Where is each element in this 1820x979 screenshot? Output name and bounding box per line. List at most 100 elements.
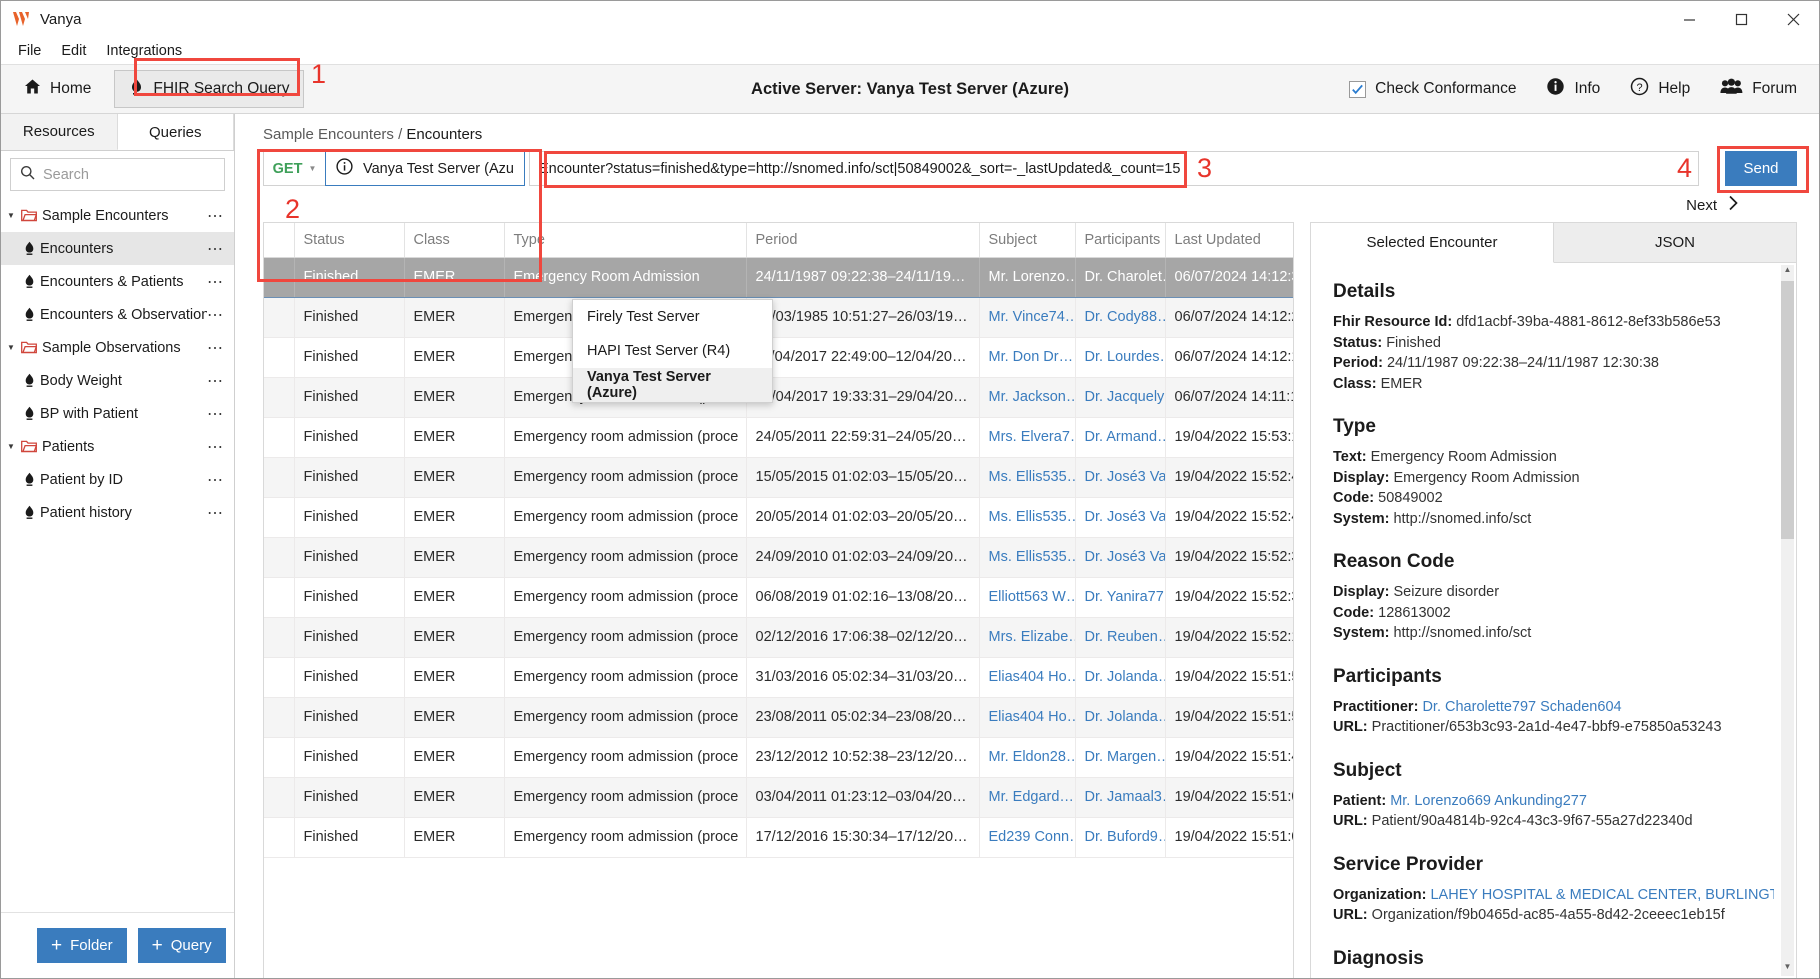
cell-subject[interactable]: Mrs. Elvera7… (979, 417, 1076, 458)
row-selector-cell[interactable] (264, 497, 295, 538)
participant-link[interactable]: Dr. José3 Va… (1085, 549, 1165, 565)
row-selector-cell[interactable] (264, 257, 295, 298)
sidebar-item-patient-history[interactable]: Patient history ⋯ (1, 496, 234, 529)
table-row[interactable]: Finished EMER Emergency Room Admission 2… (264, 257, 1293, 298)
row-selector-cell[interactable] (264, 377, 295, 418)
menu-integrations[interactable]: Integrations (97, 40, 191, 62)
cell-subject[interactable]: Ms. Ellis535… (979, 497, 1076, 538)
sidebar-item-patient-by-id[interactable]: Patient by ID ⋯ (1, 463, 234, 496)
table-row[interactable]: Finished EMER Emergency room admission (… (264, 697, 1293, 738)
breadcrumb-parent[interactable]: Sample Encounters (263, 126, 394, 143)
subject-link[interactable]: Ed239 Conn… (989, 829, 1075, 845)
cell-participants[interactable]: Dr. Cody88… (1075, 297, 1166, 338)
table-row[interactable]: Finished EMER Emergency room admission (… (264, 617, 1293, 658)
cell-participants[interactable]: Dr. José3 Va… (1075, 497, 1166, 538)
subject-link[interactable]: Mr. Edgard… (989, 789, 1074, 805)
tree-folder-sample-encounters[interactable]: ▼ Sample Encounters ⋯ (1, 199, 234, 232)
column-header-period[interactable]: Period (746, 223, 980, 258)
row-selector-cell[interactable] (264, 697, 295, 738)
check-conformance-toggle[interactable]: Check Conformance (1349, 80, 1516, 98)
dropdown-item-firely-test-server[interactable]: Firely Test Server (573, 300, 772, 334)
detail-scrollbar[interactable]: ▲ ▼ (1781, 265, 1794, 976)
row-selector-cell[interactable] (264, 537, 295, 578)
practitioner-link[interactable]: Dr. Charolette797 Schaden604 (1422, 699, 1621, 715)
cell-participants[interactable]: Dr. Armand… (1075, 417, 1166, 458)
results-table-container[interactable]: Status Class Type Period Subject Partici… (263, 222, 1294, 978)
dropdown-item-vanya-test-server[interactable]: Vanya Test Server (Azure) (573, 368, 772, 402)
ribbon-home-button[interactable]: Home (9, 70, 106, 108)
chevron-down-icon[interactable]: ▼ (1, 442, 21, 451)
chevron-down-icon[interactable]: ▼ (308, 164, 316, 173)
cell-participants[interactable]: Dr. Charolet… (1075, 257, 1166, 298)
row-selector-cell[interactable] (264, 657, 295, 698)
participant-link[interactable]: Dr. Jolanda… (1085, 669, 1165, 685)
row-selector-cell[interactable] (264, 617, 295, 658)
query-url-input[interactable]: Encounter?status=finished&type=http://sn… (529, 151, 1699, 186)
menu-edit[interactable]: Edit (52, 40, 95, 62)
participant-link[interactable]: Dr. Buford9… (1085, 829, 1165, 845)
subject-link[interactable]: Mr. Eldon28… (989, 749, 1075, 765)
sidebar-item-encounters-patients[interactable]: Encounters & Patients ⋯ (1, 265, 234, 298)
table-row[interactable]: Finished EMER Emergency room admission (… (264, 577, 1293, 618)
column-header-last-updated[interactable]: Last Updated (1165, 223, 1293, 258)
cell-participants[interactable]: Dr. Margen… (1075, 737, 1166, 778)
tab-resources[interactable]: Resources (1, 114, 118, 150)
scroll-up-arrow-icon[interactable]: ▲ (1781, 265, 1794, 279)
subject-link[interactable]: Ms. Ellis535… (989, 509, 1075, 525)
column-header-type[interactable]: Type (504, 223, 747, 258)
column-header-subject[interactable]: Subject (979, 223, 1076, 258)
cell-subject[interactable]: Elliott563 W… (979, 577, 1076, 618)
cell-subject[interactable]: Mrs. Elizabe… (979, 617, 1076, 658)
cell-subject[interactable]: Ms. Ellis535… (979, 537, 1076, 578)
participant-link[interactable]: Dr. José3 Va… (1085, 469, 1165, 485)
table-row[interactable]: Finished EMER Emergency room admission (… (264, 777, 1293, 818)
subject-link[interactable]: Ms. Ellis535… (989, 469, 1075, 485)
cell-subject[interactable]: Mr. Don Dr… (979, 337, 1076, 378)
participant-link[interactable]: Dr. Cody88… (1085, 309, 1165, 325)
subject-link[interactable]: Mrs. Elvera7… (989, 429, 1075, 445)
table-row[interactable]: Finished EMER Emergency room admission (… (264, 337, 1293, 378)
cell-participants[interactable]: Dr. José3 Va… (1075, 537, 1166, 578)
table-row[interactable]: Finished EMER Emergency room admission (… (264, 817, 1293, 858)
add-folder-button[interactable]: + Folder (37, 928, 127, 963)
scroll-down-arrow-icon[interactable]: ▼ (1781, 962, 1794, 976)
tree-more-options-icon[interactable]: ⋯ (207, 503, 224, 523)
table-row[interactable]: Finished EMER Emergency room admission (… (264, 497, 1293, 538)
row-selector-cell[interactable] (264, 777, 295, 818)
cell-subject[interactable]: Mr. Lorenzo… (979, 257, 1076, 298)
cell-participants[interactable]: Dr. Reuben… (1075, 617, 1166, 658)
tree-more-options-icon[interactable]: ⋯ (207, 206, 224, 226)
tab-queries[interactable]: Queries (117, 114, 234, 150)
table-row[interactable]: Finished EMER Emergency room admission (… (264, 377, 1293, 418)
tree-more-options-icon[interactable]: ⋯ (207, 470, 224, 490)
info-button[interactable]: Info (1546, 77, 1600, 101)
tree-folder-sample-observations[interactable]: ▼ Sample Observations ⋯ (1, 331, 234, 364)
table-row[interactable]: Finished EMER Emergency room admission (… (264, 457, 1293, 498)
cell-participants[interactable]: Dr. José3 Va… (1075, 457, 1166, 498)
server-dropdown-menu[interactable]: Firely Test Server HAPI Test Server (R4)… (572, 299, 773, 403)
chevron-down-icon[interactable]: ▼ (1, 211, 21, 220)
row-selector-cell[interactable] (264, 417, 295, 458)
tree-more-options-icon[interactable]: ⋯ (207, 404, 224, 424)
tree-more-options-icon[interactable]: ⋯ (207, 338, 224, 358)
cell-participants[interactable]: Dr. Buford9… (1075, 817, 1166, 858)
participant-link[interactable]: Dr. Jacquely… (1085, 389, 1165, 405)
help-button[interactable]: ? Help (1630, 77, 1690, 101)
subject-link[interactable]: Elliott563 W… (989, 589, 1075, 605)
table-row[interactable]: Finished EMER Emergency room admission (… (264, 537, 1293, 578)
column-header-participants[interactable]: Participants (1075, 223, 1166, 258)
cell-participants[interactable]: Dr. Jolanda… (1075, 697, 1166, 738)
cell-participants[interactable]: Dr. Lourdes… (1075, 337, 1166, 378)
cell-participants[interactable]: Dr. Jacquely… (1075, 377, 1166, 418)
table-row[interactable]: Finished EMER Emergency room admission (… (264, 737, 1293, 778)
participant-link[interactable]: Dr. Jolanda… (1085, 709, 1165, 725)
tree-more-options-icon[interactable]: ⋯ (207, 272, 224, 292)
tab-json[interactable]: JSON (1554, 223, 1796, 263)
column-header-class[interactable]: Class (404, 223, 505, 258)
participant-link[interactable]: Dr. Lourdes… (1085, 349, 1165, 365)
column-header-select[interactable] (264, 223, 295, 258)
http-verb-selector[interactable]: GET ▼ (263, 151, 325, 186)
dropdown-item-hapi-test-server[interactable]: HAPI Test Server (R4) (573, 334, 772, 368)
subject-link[interactable]: Mr. Vince74… (989, 309, 1075, 325)
minimize-button[interactable] (1663, 2, 1715, 37)
